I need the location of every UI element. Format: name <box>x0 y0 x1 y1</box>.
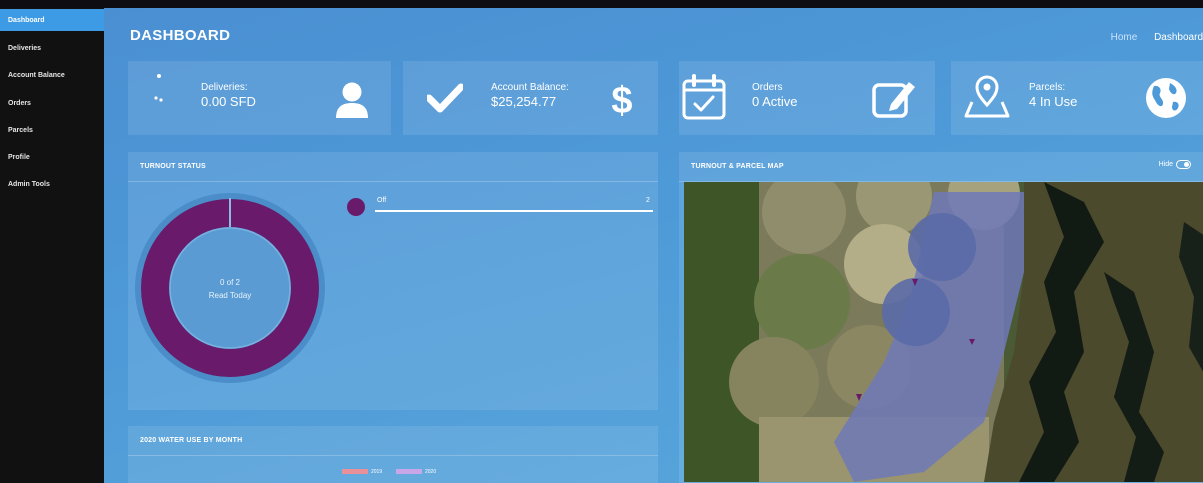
deliveries-value: 0.00 SFD <box>201 94 256 109</box>
legend-2019-swatch <box>342 469 368 474</box>
sidebar-item-deliveries[interactable]: Deliveries <box>0 37 104 59</box>
account-balance-text: Account Balance: $25,254.77 <box>491 82 569 109</box>
satellite-map[interactable] <box>684 182 1203 482</box>
water-drops-icon <box>154 74 163 102</box>
water-use-title: 2020 WATER USE BY MONTH <box>140 437 243 444</box>
app-window: Dashboard Deliveries Account Balance Ord… <box>0 0 1203 483</box>
water-use-header: 2020 WATER USE BY MONTH <box>128 426 658 456</box>
legend-off-bar <box>375 210 653 212</box>
edit-icon <box>872 82 915 118</box>
turnout-status-panel: TURNOUT STATUS 0 of 2 Read Today Off 2 <box>128 152 658 410</box>
water-use-panel: 2020 WATER USE BY MONTH 2019 2020 <box>128 426 658 483</box>
person-icon <box>336 82 368 118</box>
breadcrumb: Home Dashboard <box>1111 32 1203 43</box>
main-content: DASHBOARD Home Dashboard Deliveries: 0.0… <box>104 8 1203 483</box>
deliveries-text: Deliveries: 0.00 SFD <box>201 82 256 109</box>
stat-card-deliveries[interactable]: Deliveries: 0.00 SFD <box>128 61 391 135</box>
turnout-status-header: TURNOUT STATUS <box>128 152 658 182</box>
page-title: DASHBOARD <box>130 27 231 44</box>
breadcrumb-home-link[interactable]: Home <box>1111 32 1138 43</box>
sidebar-item-dashboard[interactable]: Dashboard <box>0 9 104 31</box>
orders-value: 0 Active <box>752 94 798 109</box>
orders-label: Orders <box>752 82 783 93</box>
legend-2019-label: 2019 <box>371 469 383 475</box>
donut-center-line1: 0 of 2 <box>220 278 241 287</box>
turnout-donut-chart: 0 of 2 Read Today <box>135 193 325 383</box>
account-balance-label: Account Balance: <box>491 82 569 93</box>
svg-text:$: $ <box>611 80 632 121</box>
orders-text: Orders 0 Active <box>752 82 798 109</box>
map-marker-icon <box>964 75 1010 118</box>
top-bar <box>0 0 1203 8</box>
stat-card-orders[interactable]: Orders 0 Active <box>679 61 935 135</box>
sidebar: Dashboard Deliveries Account Balance Ord… <box>0 8 104 483</box>
sidebar-item-parcels[interactable]: Parcels <box>0 119 104 141</box>
breadcrumb-current: Dashboard <box>1154 32 1203 43</box>
turnout-status-title: TURNOUT STATUS <box>140 163 206 170</box>
map-panel-header: TURNOUT & PARCEL MAP Hide <box>679 152 1203 182</box>
toggle-switch-icon <box>1176 160 1191 169</box>
legend-off-label: Off <box>377 197 387 204</box>
globe-icon <box>1146 78 1186 118</box>
map-panel-title: TURNOUT & PARCEL MAP <box>691 163 784 170</box>
parcels-value: 4 In Use <box>1029 94 1078 109</box>
map-imagery <box>684 182 1203 482</box>
deliveries-label: Deliveries: <box>201 82 248 93</box>
hide-toggle-label: Hide <box>1158 161 1173 168</box>
stat-card-parcels[interactable]: Parcels: 4 In Use <box>951 61 1203 135</box>
sidebar-item-profile[interactable]: Profile <box>0 146 104 168</box>
dollar-icon: $ <box>611 80 632 121</box>
stat-card-account-balance[interactable]: Account Balance: $25,254.77 $ <box>403 61 658 135</box>
legend-off-dot <box>347 198 365 216</box>
checkmark-icon <box>427 83 463 113</box>
parcels-label: Parcels: <box>1029 82 1066 93</box>
sidebar-item-admin-tools[interactable]: Admin Tools <box>0 173 104 195</box>
legend-2020-swatch <box>396 469 422 474</box>
legend-2020-label: 2020 <box>425 469 437 475</box>
sidebar-item-account-balance[interactable]: Account Balance <box>0 64 104 86</box>
legend-off-count: 2 <box>646 197 650 204</box>
turnout-parcel-map-panel: TURNOUT & PARCEL MAP Hide <box>679 152 1203 483</box>
donut-center-line2: Read Today <box>209 291 252 300</box>
parcels-text: Parcels: 4 In Use <box>1029 82 1077 109</box>
sidebar-item-orders[interactable]: Orders <box>0 92 104 114</box>
hide-map-toggle[interactable]: Hide <box>1159 160 1191 169</box>
calendar-check-icon <box>682 74 726 120</box>
account-balance-value: $25,254.77 <box>491 94 557 109</box>
